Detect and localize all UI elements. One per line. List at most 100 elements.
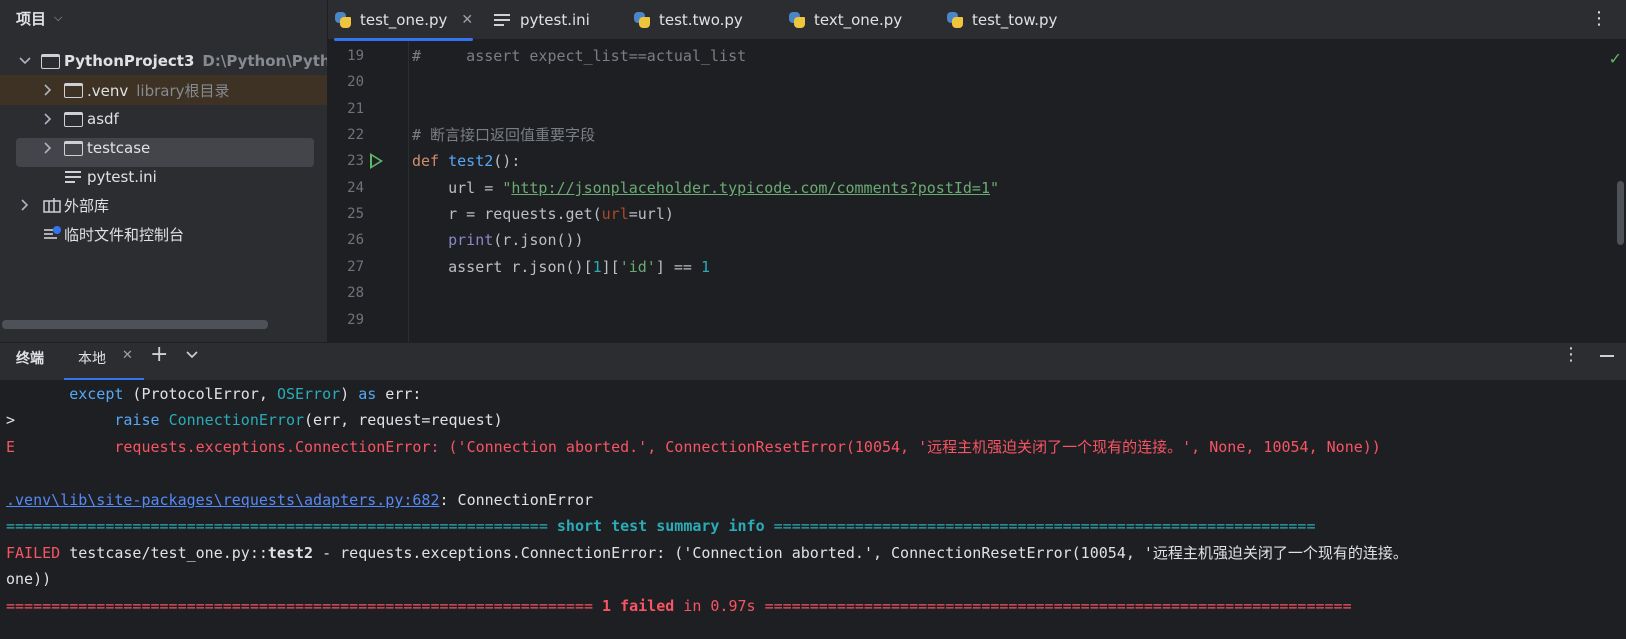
code-line: 19 # assert expect_list==actual_list <box>328 43 1626 69</box>
chevron-right-icon[interactable] <box>41 112 55 126</box>
code-line: 27 assert r.json()[1]['id'] == 1 <box>328 254 1626 280</box>
code-line: 29 <box>328 307 1626 333</box>
code-editor[interactable]: ✓ 19 # assert expect_list==actual_list 2… <box>328 41 1626 342</box>
project-view-selector[interactable]: 项目 ⌵ <box>16 8 62 28</box>
keyword: except <box>69 385 124 403</box>
line-number: 29 <box>347 312 364 328</box>
builtin-function: print <box>448 231 494 249</box>
failed-label: FAILED <box>6 544 61 562</box>
python-file-icon <box>788 11 806 29</box>
tree-item-asdf[interactable]: asdf <box>0 104 327 134</box>
folder-icon <box>64 112 83 127</box>
tab-test-two-py[interactable]: test.two.py <box>633 0 743 40</box>
minimize-icon[interactable] <box>1600 355 1614 357</box>
close-icon[interactable]: ✕ <box>461 12 473 28</box>
project-root-name: PythonProject3 <box>64 52 195 70</box>
tab-label: pytest.ini <box>520 11 590 29</box>
string-quote: " <box>989 179 1000 197</box>
folder-icon <box>41 54 60 69</box>
class-name: OSError <box>276 385 341 403</box>
code-line: 24 url = "http://jsonplaceholder.typicod… <box>328 175 1626 201</box>
terminal-line: except (ProtocolError, OSError) as err: <box>69 385 422 403</box>
chevron-down-icon[interactable] <box>18 54 32 68</box>
project-header-label: 项目 <box>16 9 47 28</box>
file-location-link[interactable]: .venv\lib\site-packages\requests\adapter… <box>6 491 439 509</box>
code-line: 25 r = requests.get(url=url) <box>328 201 1626 227</box>
summary-heading: short test summary info <box>547 517 774 535</box>
code-line: 26 print(r.json()) <box>328 227 1626 253</box>
class-name: ConnectionError <box>168 411 305 429</box>
chevron-down-icon[interactable]: ⌵ <box>54 11 62 25</box>
code-text: r = requests.get( <box>412 205 602 223</box>
close-icon[interactable]: ✕ <box>122 348 133 363</box>
result-separator: ========================================… <box>6 597 1352 615</box>
tree-item-venv[interactable]: .venv library根目录 <box>0 75 327 105</box>
scratches-label: 临时文件和控制台 <box>64 225 185 244</box>
terminal-error-line: E requests.exceptions.ConnectionError: (… <box>6 438 1381 456</box>
terminal-line: .venv\lib\site-packages\requests\adapter… <box>6 491 594 509</box>
tab-test-tow-py[interactable]: test_tow.py <box>946 0 1057 40</box>
line-number: 22 <box>347 127 364 143</box>
project-tool-window: 项目 ⌵ PythonProject3 D:\Python\PythonP .ve… <box>0 0 328 342</box>
python-file-icon <box>946 11 964 29</box>
terminal-output[interactable]: except (ProtocolError, OSError) as err: … <box>0 380 1626 639</box>
line-number: 28 <box>347 285 364 301</box>
plus-icon[interactable]: + <box>150 343 168 367</box>
line-number: 19 <box>347 48 364 64</box>
code-text: url = <box>412 179 503 197</box>
text-file-icon <box>494 14 510 26</box>
tab-test-one-py[interactable]: test_one.py ✕ <box>334 0 474 41</box>
code-line: 21 <box>328 96 1626 122</box>
tree-item-testcase[interactable]: testcase <box>0 133 327 163</box>
more-vertical-icon[interactable]: ⋮ <box>1590 10 1608 28</box>
named-param: url <box>601 205 629 223</box>
tab-text-one-py[interactable]: text_one.py <box>788 0 902 40</box>
terminal-toolbar: 终端 本地 ✕ + ⋮ <box>0 342 1626 381</box>
number-literal: 1 <box>592 258 602 276</box>
folder-icon <box>64 83 83 98</box>
venv-name: .venv <box>87 81 129 100</box>
chevron-right-icon[interactable] <box>41 83 55 97</box>
more-vertical-icon[interactable]: ⋮ <box>1562 344 1580 365</box>
comment-hash: # <box>412 47 422 65</box>
terminal-tab-local[interactable]: 本地 ✕ <box>64 343 144 381</box>
code-line: 28 <box>328 280 1626 306</box>
tab-label: text_one.py <box>814 11 903 29</box>
tab-pytest-ini[interactable]: pytest.ini <box>494 0 590 40</box>
duration: in 0.97s <box>674 597 765 615</box>
tree-item-project-root[interactable]: PythonProject3 D:\Python\PythonP <box>0 46 327 76</box>
terminal-title: 终端 <box>16 351 44 367</box>
chevron-right-icon[interactable] <box>41 141 55 155</box>
python-file-icon <box>334 11 352 29</box>
keyword: def <box>412 152 440 170</box>
terminal-line: > raise ConnectionError(err, request=req… <box>6 411 503 429</box>
terminal-tab-label: 本地 <box>78 351 106 367</box>
scratches-console-icon <box>43 226 63 244</box>
tree-item-scratches[interactable]: 临时文件和控制台 <box>0 219 327 249</box>
project-root-path: D:\Python\PythonP <box>202 52 327 70</box>
venv-hint: library根目录 <box>136 81 230 100</box>
comment-text: assert expect_list==actual_list <box>421 47 747 65</box>
chevron-down-icon[interactable] <box>186 347 198 362</box>
file-pytest-ini-label: pytest.ini <box>87 168 157 186</box>
tree-item-external-libraries[interactable]: 外部库 <box>0 190 327 220</box>
code-text: =url) <box>628 205 674 223</box>
tree-item-pytest-ini[interactable]: pytest.ini <box>0 162 327 192</box>
comment-text: # 断言接口返回值重要字段 <box>412 126 596 144</box>
code-text: ][ <box>601 258 620 276</box>
terminal-line: one)) <box>6 570 52 588</box>
horizontal-scrollbar[interactable] <box>2 320 268 329</box>
text-file-icon <box>65 171 81 189</box>
keyword: raise <box>114 411 160 429</box>
code-text: assert r.json()[ <box>412 258 593 276</box>
code-text: (r.json()) <box>493 231 584 249</box>
folder-testcase-label: testcase <box>87 139 151 157</box>
keyword: as <box>358 385 377 403</box>
url-link[interactable]: http://jsonplaceholder.typicode.com/comm… <box>511 179 990 197</box>
chevron-right-icon[interactable] <box>18 198 32 212</box>
python-file-icon <box>633 11 651 29</box>
string-literal: 'id' <box>619 258 656 276</box>
run-test-icon[interactable] <box>370 153 383 169</box>
function-name: test2 <box>448 152 494 170</box>
